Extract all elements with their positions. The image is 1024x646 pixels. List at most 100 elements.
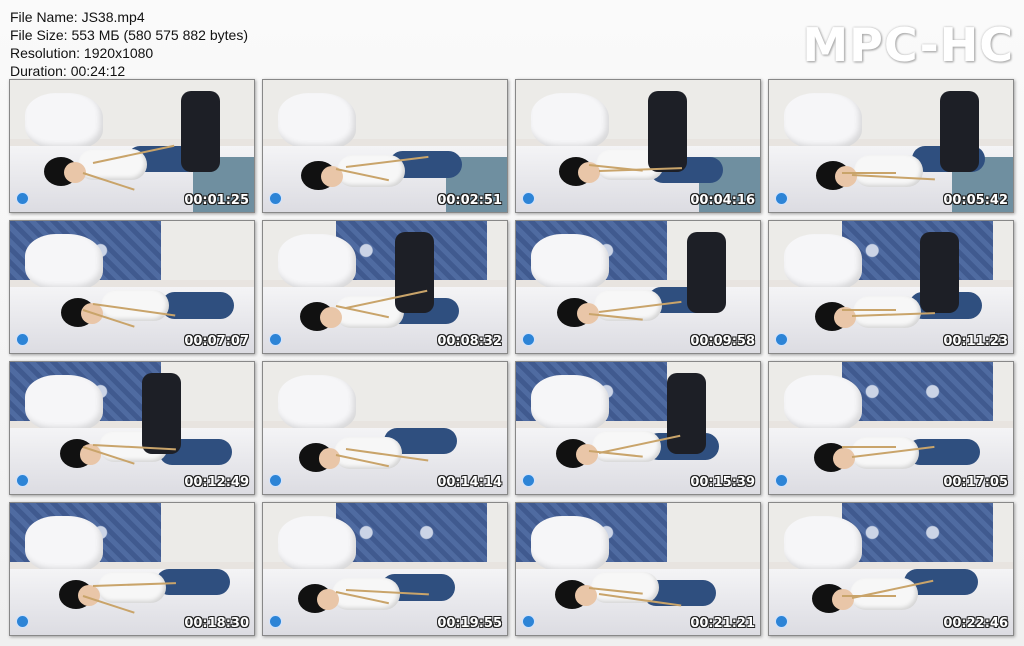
thumbnail: 00:08:32	[262, 220, 508, 354]
timestamp: 00:18:30	[184, 616, 249, 631]
timestamp: 00:19:55	[437, 616, 502, 631]
watermark	[522, 192, 535, 205]
second-person	[939, 90, 979, 173]
file-name: File Name: JS38.mp4	[10, 9, 145, 25]
wall-pattern	[842, 503, 994, 563]
pillow	[277, 93, 356, 149]
pillow	[24, 375, 103, 431]
thumbnail: 00:22:46	[768, 502, 1014, 636]
watermark-icon	[775, 615, 788, 628]
watermark	[269, 474, 282, 487]
second-person	[667, 372, 707, 455]
watermark	[522, 615, 535, 628]
watermark	[775, 474, 788, 487]
pillow	[783, 375, 862, 431]
watermark-icon	[16, 333, 29, 346]
timestamp: 00:05:42	[943, 193, 1008, 208]
watermark	[269, 615, 282, 628]
face	[319, 306, 342, 328]
thumbnail: 00:17:05	[768, 361, 1014, 495]
watermark-icon	[269, 474, 282, 487]
pillow	[24, 234, 103, 290]
timestamp: 00:04:16	[690, 193, 755, 208]
thumbnail: 00:19:55	[262, 502, 508, 636]
timestamp: 00:07:07	[184, 334, 249, 349]
watermark	[522, 333, 535, 346]
timestamp: 00:01:25	[184, 193, 249, 208]
watermark-icon	[775, 333, 788, 346]
thumbnail: 00:04:16	[515, 79, 761, 213]
pillow	[24, 93, 103, 149]
thumbnail: 00:07:07	[9, 220, 255, 354]
thumbnail: 00:09:58	[515, 220, 761, 354]
thumbnail: 00:15:39	[515, 361, 761, 495]
timestamp: 00:09:58	[690, 334, 755, 349]
watermark-icon	[269, 192, 282, 205]
watermark	[522, 474, 535, 487]
watermark	[775, 615, 788, 628]
wall-pattern	[842, 362, 994, 422]
duration: Duration: 00:24:12	[10, 63, 126, 79]
face	[833, 447, 855, 469]
pillow	[530, 516, 609, 572]
watermark-icon	[522, 333, 535, 346]
watermark	[269, 192, 282, 205]
watermark-icon	[775, 192, 788, 205]
pillow	[277, 375, 356, 431]
timestamp: 00:08:32	[437, 334, 502, 349]
thumbnail: 00:11:23	[768, 220, 1014, 354]
watermark-icon	[16, 474, 29, 487]
file-size: File Size: 553 МБ (580 575 882 bytes)	[10, 27, 248, 43]
watermark-icon	[16, 615, 29, 628]
shirt	[97, 571, 167, 604]
pillow	[530, 234, 609, 290]
pillow	[24, 516, 103, 572]
watermark-icon	[522, 474, 535, 487]
rope	[842, 446, 896, 449]
watermark-icon	[522, 615, 535, 628]
watermark	[16, 192, 29, 205]
face	[318, 447, 341, 469]
watermark-icon	[269, 615, 282, 628]
timestamp: 00:12:49	[184, 475, 249, 490]
second-person	[141, 372, 181, 455]
file-info: File Name: JS38.mp4 File Size: 553 МБ (5…	[10, 8, 248, 80]
timestamp: 00:11:23	[943, 334, 1008, 349]
face	[831, 588, 854, 610]
timestamp: 00:02:51	[437, 193, 502, 208]
rope	[842, 595, 896, 598]
watermark	[269, 333, 282, 346]
timestamp: 00:22:46	[943, 616, 1008, 631]
pillow	[277, 516, 356, 572]
watermark-icon	[16, 192, 29, 205]
watermark	[16, 474, 29, 487]
resolution: Resolution: 1920x1080	[10, 45, 154, 61]
watermark	[775, 192, 788, 205]
watermark-icon	[775, 474, 788, 487]
rope	[842, 309, 896, 312]
second-person	[686, 231, 726, 314]
face	[575, 443, 598, 465]
thumbnail: 00:18:30	[9, 502, 255, 636]
watermark	[775, 333, 788, 346]
thumbnail-grid: 00:01:25 00:02:51 00:04:16 00:05:42 00:07:07…	[9, 79, 1015, 639]
thumbnail: 00:14:14	[262, 361, 508, 495]
second-person	[394, 231, 434, 314]
pillow	[530, 375, 609, 431]
pillow	[783, 234, 862, 290]
second-person	[920, 231, 960, 314]
rope	[842, 172, 896, 175]
thumbnail: 00:12:49	[9, 361, 255, 495]
pillow	[783, 516, 862, 572]
pillow	[277, 234, 356, 290]
watermark-icon	[522, 192, 535, 205]
wall-pattern	[336, 503, 488, 563]
shirt	[854, 155, 923, 187]
watermark	[16, 333, 29, 346]
brand-logo: MPC-HC	[802, 18, 1014, 72]
thumbnail: 00:01:25	[9, 79, 255, 213]
watermark-icon	[269, 333, 282, 346]
second-person	[647, 90, 687, 173]
thumbnail: 00:05:42	[768, 79, 1014, 213]
watermark	[16, 615, 29, 628]
